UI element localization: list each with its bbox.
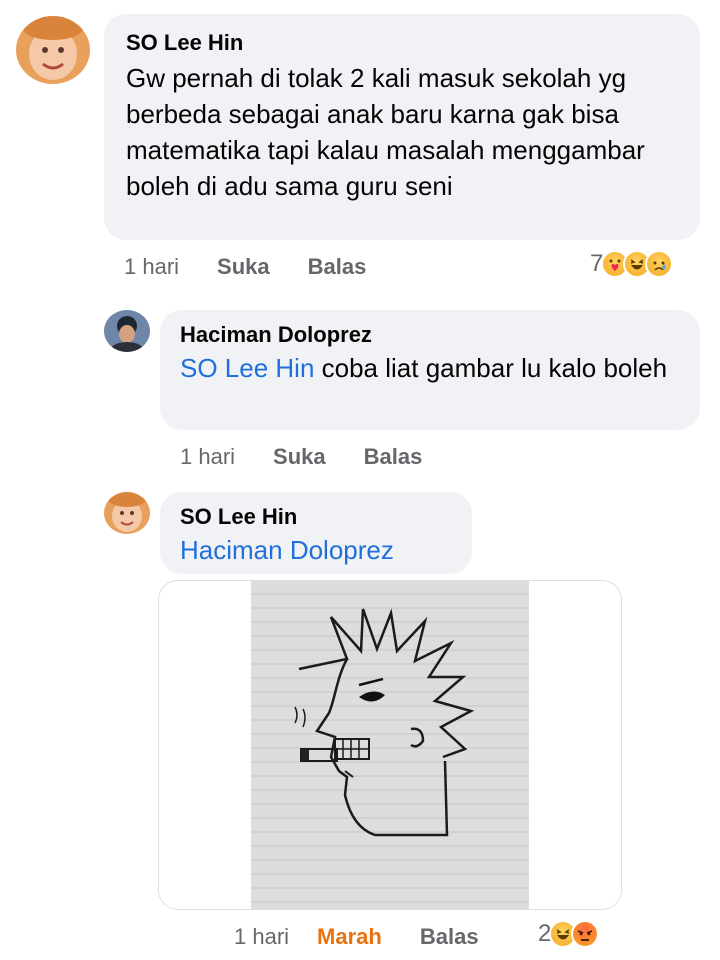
reply-button[interactable]: Balas [364, 444, 423, 470]
avatar-so-lee-hin[interactable] [104, 492, 150, 534]
comment-actions: 1 hari Suka Balas [124, 254, 366, 280]
mention-link[interactable]: Haciman Doloprez [180, 532, 452, 568]
avatar-haciman-doloprez[interactable] [104, 310, 150, 352]
comment-author[interactable]: SO Lee Hin [126, 30, 678, 56]
like-button[interactable]: Suka [217, 254, 270, 280]
avatar-so-lee-hin[interactable] [16, 16, 90, 84]
comment-author[interactable]: Haciman Doloprez [180, 322, 680, 348]
comment-time[interactable]: 1 hari [180, 444, 235, 470]
comment-bubble: SO Lee Hin Haciman Doloprez [160, 492, 472, 574]
comment-text: SO Lee Hin coba liat gambar lu kalo bole… [180, 350, 680, 386]
comment-time[interactable]: 1 hari [124, 254, 179, 280]
comment-actions: 1 hari Marah Balas [234, 924, 479, 950]
reaction-summary[interactable]: 7 [590, 250, 674, 278]
like-button[interactable]: Suka [273, 444, 326, 470]
reply-button[interactable]: Balas [308, 254, 367, 280]
comment-text: Gw pernah di tolak 2 kali masuk sekolah … [126, 63, 645, 201]
reply-button[interactable]: Balas [420, 924, 479, 950]
angry-reaction-button[interactable]: Marah [317, 924, 382, 950]
comment-time[interactable]: 1 hari [234, 924, 289, 950]
angry-emoji-icon [571, 920, 600, 948]
comment-photo-attachment[interactable] [158, 580, 622, 910]
comment-bubble: Haciman Doloprez SO Lee Hin coba liat ga… [160, 310, 700, 430]
reaction-summary[interactable]: 2 [538, 920, 600, 948]
mention-link[interactable]: SO Lee Hin [180, 353, 314, 383]
comment-bubble: SO Lee Hin Gw pernah di tolak 2 kali mas… [104, 14, 700, 240]
sad-emoji-icon [645, 250, 674, 278]
drawing-photo [251, 581, 529, 909]
comment-body: coba liat gambar lu kalo boleh [321, 353, 668, 383]
comment-actions: 1 hari Suka Balas [180, 444, 422, 470]
comment-author[interactable]: SO Lee Hin [180, 504, 452, 530]
